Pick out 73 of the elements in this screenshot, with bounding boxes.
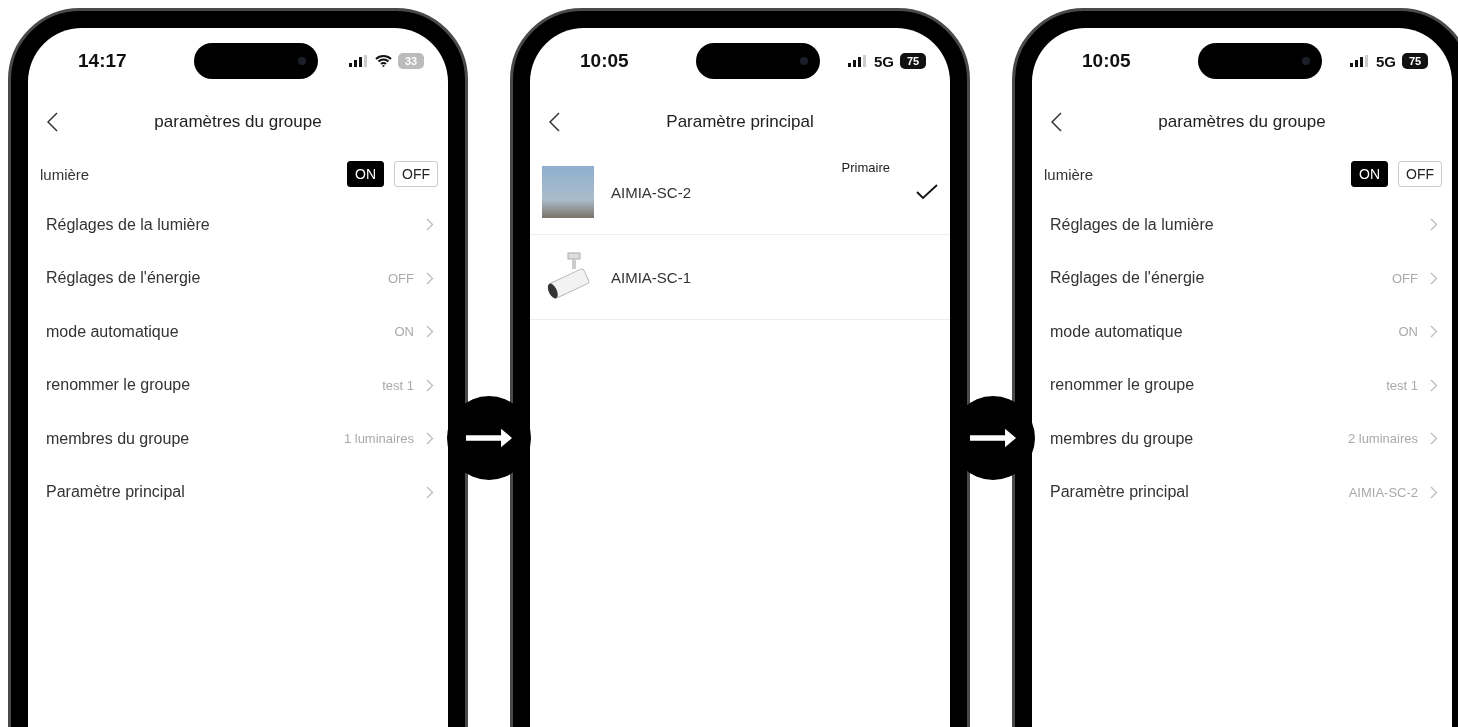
row-label: Paramètre principal xyxy=(1050,483,1189,502)
signal-icon xyxy=(349,55,369,67)
chevron-icon xyxy=(1430,432,1438,446)
settings-row[interactable]: mode automatique ON xyxy=(38,305,438,359)
network-label: 5G xyxy=(874,52,894,70)
primary-label: Primaire xyxy=(841,160,890,175)
chevron-icon xyxy=(426,271,434,285)
screen-title: Paramètre principal xyxy=(666,112,814,132)
chevron-icon xyxy=(426,218,434,232)
settings-row[interactable]: renommer le groupe test 1 xyxy=(1042,358,1442,412)
status-time: 10:05 xyxy=(1082,50,1132,72)
row-value: ON xyxy=(1398,324,1418,340)
photo-placeholder xyxy=(542,166,594,218)
toggle-option[interactable]: OFF xyxy=(394,161,438,187)
settings-row[interactable]: Réglages de l'énergie OFF xyxy=(38,251,438,305)
chevron-icon xyxy=(426,325,434,339)
chevron-icon xyxy=(1430,378,1438,392)
signal-icon xyxy=(1350,55,1370,67)
chevron-icon xyxy=(426,378,434,392)
row-value: 1 luminaires xyxy=(343,431,414,447)
chevron-icon xyxy=(1430,325,1438,339)
chevron-icon xyxy=(426,485,434,499)
settings-row[interactable]: renommer le groupe test 1 xyxy=(38,358,438,412)
row-value: AIMIA-SC-2 xyxy=(1348,484,1418,500)
settings-row[interactable]: membres du groupe 2 luminaires xyxy=(1042,412,1442,466)
device-name: AIMIA-SC-1 xyxy=(611,268,691,286)
row-label: renommer le groupe xyxy=(1050,376,1195,395)
chevron-icon xyxy=(426,432,434,446)
device-name: AIMIA-SC-2 xyxy=(611,183,691,201)
chevron-icon xyxy=(1430,271,1438,285)
status-time: 14:17 xyxy=(78,50,128,72)
right-arrow-icon xyxy=(466,428,512,448)
row-value: OFF xyxy=(1392,270,1418,286)
row-value: OFF xyxy=(388,270,414,286)
row-label: Réglages de la lumière xyxy=(46,215,210,234)
row-label: membres du groupe xyxy=(46,429,190,448)
settings-row[interactable]: membres du groupe 1 luminaires xyxy=(38,412,438,466)
right-arrow-icon xyxy=(970,428,1016,448)
signal-icon xyxy=(848,55,868,67)
row-label: Paramètre principal xyxy=(46,483,185,502)
row-label: renommer le groupe xyxy=(46,376,191,395)
row-label: Réglages de la lumière xyxy=(1050,215,1214,234)
status-time: 10:05 xyxy=(580,50,630,72)
settings-row[interactable]: Réglages de la lumière xyxy=(38,198,438,252)
device-row[interactable]: AIMIA-SC-2 Primaire xyxy=(530,150,950,235)
row-label: membres du groupe xyxy=(1050,429,1194,448)
settings-row[interactable]: Paramètre principal xyxy=(38,465,438,519)
network-label: 5G xyxy=(1376,52,1396,70)
toggle-option[interactable]: OFF xyxy=(1398,161,1442,187)
settings-row[interactable]: Réglages de la lumière xyxy=(1042,198,1442,252)
chevron-icon xyxy=(1430,218,1438,232)
toggle-option[interactable]: ON xyxy=(1351,161,1388,187)
setting-label: lumière xyxy=(1044,165,1094,183)
toggle-option[interactable]: ON xyxy=(347,161,384,187)
battery-level: 33 xyxy=(398,53,424,69)
row-label: mode automatique xyxy=(46,322,179,341)
row-value: test 1 xyxy=(382,377,414,393)
settings-row[interactable]: mode automatique ON xyxy=(1042,305,1442,359)
row-value: test 1 xyxy=(1386,377,1418,393)
screen-title: paramètres du groupe xyxy=(1158,112,1326,132)
settings-row[interactable]: Paramètre principal AIMIA-SC-2 xyxy=(1042,465,1442,519)
row-label: mode automatique xyxy=(1050,322,1183,341)
battery-level: 75 xyxy=(1402,53,1428,69)
battery-level: 75 xyxy=(900,53,926,69)
row-label: Réglages de l'énergie xyxy=(46,269,201,288)
chevron-icon xyxy=(1430,485,1438,499)
row-label: Réglages de l'énergie xyxy=(1050,269,1205,288)
setting-label: lumière xyxy=(40,165,90,183)
device-row[interactable]: AIMIA-SC-1 xyxy=(530,235,950,320)
row-value: ON xyxy=(394,324,414,340)
screen-title: paramètres du groupe xyxy=(154,112,322,132)
row-value: 2 luminaires xyxy=(1347,431,1418,447)
settings-row[interactable]: Réglages de l'énergie OFF xyxy=(1042,251,1442,305)
